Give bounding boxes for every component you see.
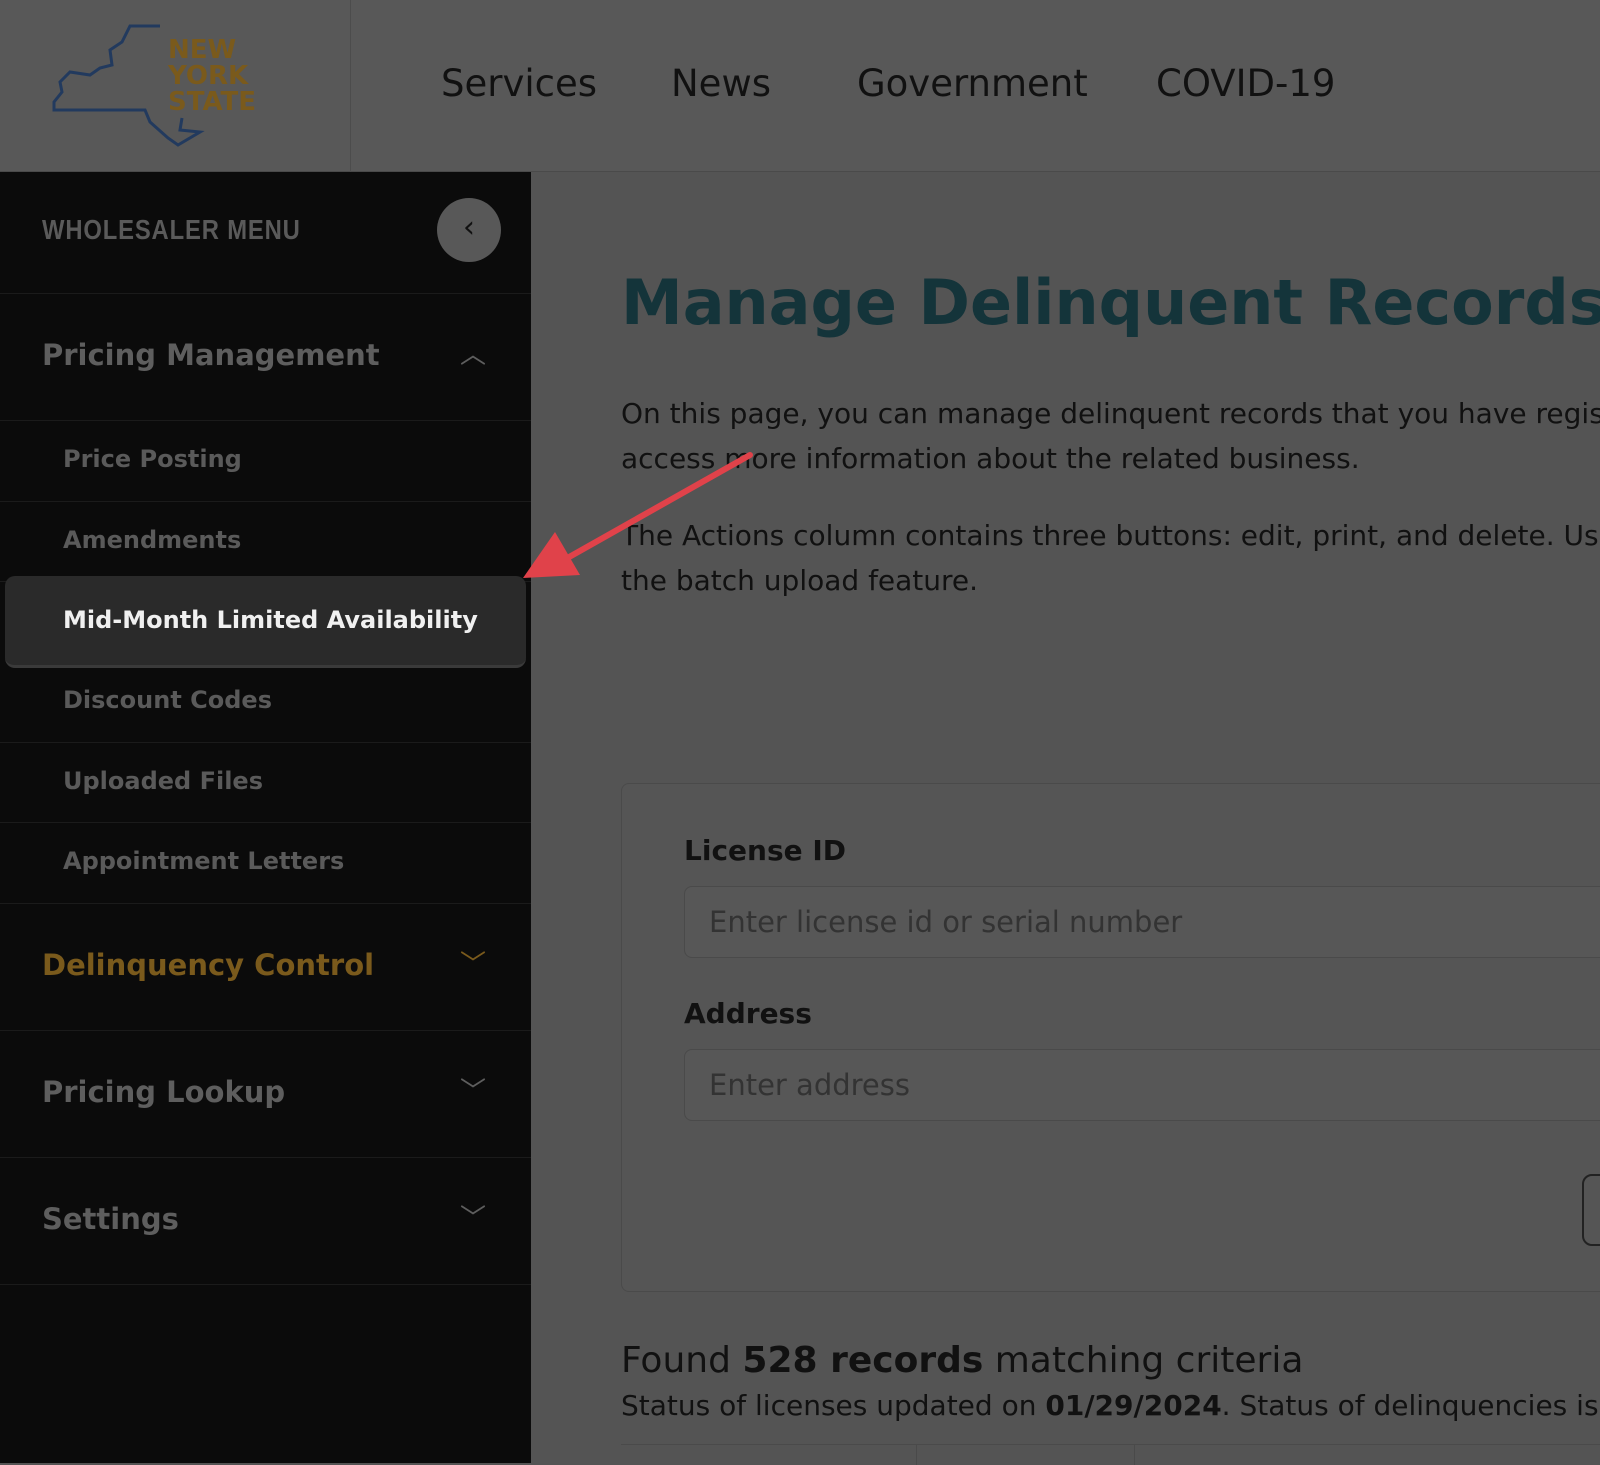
search-button[interactable] bbox=[1582, 1174, 1600, 1246]
nav-government[interactable]: Government bbox=[857, 62, 1088, 105]
group-label: Delinquency Control bbox=[42, 947, 375, 982]
wholesaler-sidebar: WHOLESALER MENU ‹ Pricing Management ︿ P… bbox=[0, 172, 531, 1463]
item-label: Appointment Letters bbox=[63, 847, 345, 875]
sidebar-item-discount-codes[interactable]: Discount Codes bbox=[0, 662, 531, 743]
item-label: Discount Codes bbox=[63, 686, 272, 714]
results-table bbox=[621, 1444, 1600, 1465]
sidebar-title: WHOLESALER MENU bbox=[42, 214, 301, 245]
group-label: Settings bbox=[42, 1201, 179, 1236]
item-label: Uploaded Files bbox=[63, 766, 263, 795]
nav-news[interactable]: News bbox=[671, 62, 771, 105]
sidebar-item-price-posting[interactable]: Price Posting bbox=[0, 421, 531, 502]
sidebar-group-pricing-lookup[interactable]: Pricing Lookup ﹀ bbox=[0, 1031, 531, 1158]
item-label: Price Posting bbox=[63, 445, 242, 473]
results-count: Found 528 records matching criteria bbox=[621, 1340, 1304, 1381]
sidebar-group-pricing-management[interactable]: Pricing Management ︿ bbox=[0, 294, 531, 421]
site-header: NEW YORK STATE Services News Government … bbox=[0, 0, 1600, 172]
search-filter-card: License ID Enter license id or serial nu… bbox=[621, 783, 1600, 1292]
page-title: Manage Delinquent Records bbox=[621, 266, 1600, 339]
sidebar-item-appointment-letters[interactable]: Appointment Letters bbox=[0, 823, 531, 904]
group-label: Pricing Management bbox=[42, 338, 380, 372]
item-label: Mid-Month Limited Availability bbox=[63, 606, 478, 634]
svg-text:STATE: STATE bbox=[168, 87, 256, 117]
nav-services[interactable]: Services bbox=[441, 62, 597, 105]
annotation-arrow-icon bbox=[523, 452, 753, 578]
chevron-down-icon: ﹀ bbox=[460, 1203, 487, 1234]
nav-covid-19[interactable]: COVID-19 bbox=[1156, 62, 1335, 105]
status-text: Status of licenses updated on 01/29/2024… bbox=[621, 1389, 1600, 1422]
intro-line-1: On this page, you can manage delinquent … bbox=[621, 397, 1600, 430]
address-input[interactable]: Enter address bbox=[684, 1049, 1600, 1121]
sidebar-group-settings[interactable]: Settings ﹀ bbox=[0, 1158, 531, 1285]
item-label: Amendments bbox=[63, 525, 242, 554]
chevron-up-icon: ︿ bbox=[460, 340, 487, 370]
sidebar-item-amendments[interactable]: Amendments bbox=[0, 502, 531, 582]
license-id-input[interactable]: Enter license id or serial number bbox=[684, 886, 1600, 958]
license-id-label: License ID bbox=[684, 834, 847, 867]
actions-line-1: The Actions column contains three button… bbox=[621, 519, 1600, 552]
chevron-down-icon: ﹀ bbox=[460, 1076, 487, 1107]
group-label: Pricing Lookup bbox=[42, 1074, 286, 1109]
chevron-left-icon: ‹ bbox=[463, 210, 475, 245]
nys-logo[interactable]: NEW YORK STATE bbox=[0, 0, 351, 172]
sidebar-item-uploaded-files[interactable]: Uploaded Files bbox=[0, 743, 531, 823]
sidebar-item-mid-month-limited-availability[interactable]: Mid-Month Limited Availability bbox=[5, 576, 526, 668]
collapse-sidebar-button[interactable]: ‹ bbox=[437, 198, 501, 262]
sidebar-group-delinquency-control[interactable]: Delinquency Control ﹀ bbox=[0, 904, 531, 1031]
address-label: Address bbox=[684, 997, 812, 1030]
chevron-down-icon: ﹀ bbox=[460, 949, 487, 980]
